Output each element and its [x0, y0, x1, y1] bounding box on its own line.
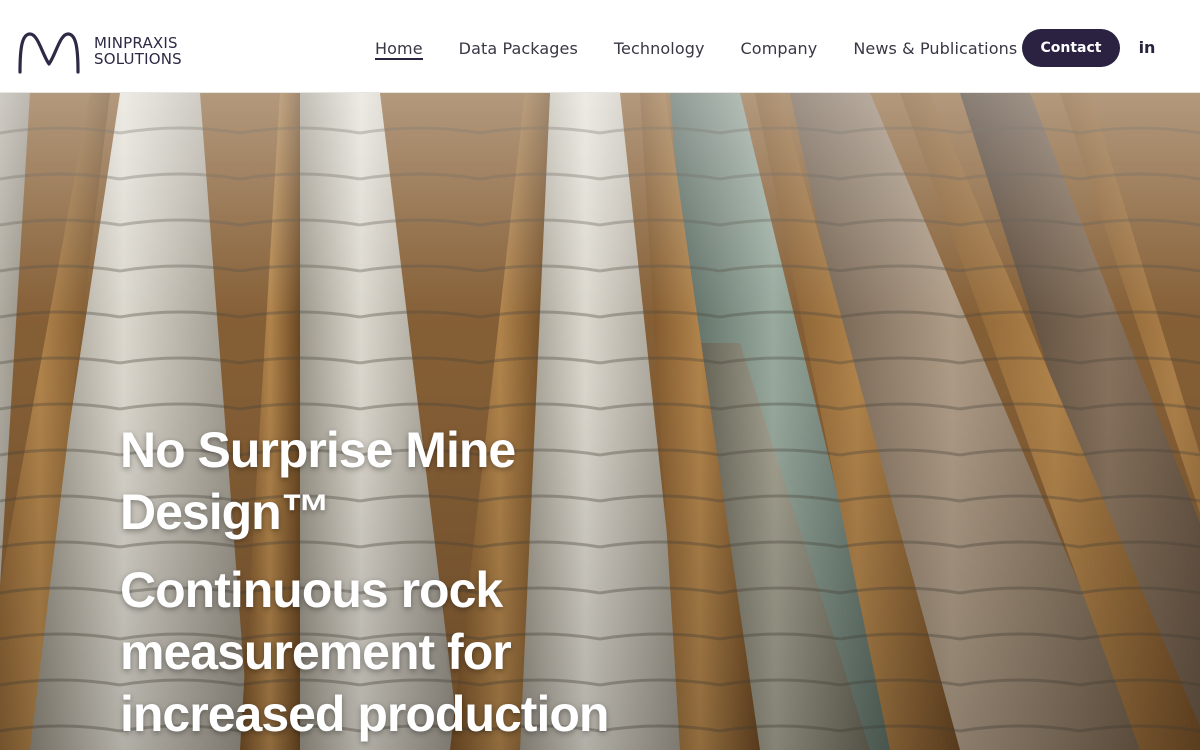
minpraxis-logo-icon: [18, 32, 80, 74]
site-header: MINPRAXIS SOLUTIONS Home Data Packages T…: [0, 0, 1200, 93]
nav-company[interactable]: Company: [723, 29, 836, 67]
brand-name-line1: MINPRAXIS: [94, 34, 178, 52]
nav-news-publications[interactable]: News & Publications: [835, 29, 1035, 67]
brand-wordmark: MINPRAXIS SOLUTIONS: [94, 35, 182, 67]
contact-button[interactable]: Contact: [1022, 29, 1120, 67]
main-nav: Home Data Packages Technology Company Ne…: [357, 29, 1035, 67]
hero-text-block: No Surprise Mine Design™ Continuous rock…: [120, 419, 680, 745]
hero-subheadline: Continuous rock measurement for increase…: [120, 562, 609, 742]
nav-technology[interactable]: Technology: [596, 29, 723, 67]
hero-headline: No Surprise Mine Design™: [120, 422, 516, 540]
linkedin-icon[interactable]: in: [1136, 36, 1158, 58]
brand-logo[interactable]: MINPRAXIS SOLUTIONS: [16, 28, 182, 74]
hero-section: No Surprise Mine Design™ Continuous rock…: [0, 93, 1200, 750]
nav-home[interactable]: Home: [357, 29, 441, 67]
brand-name-line2: SOLUTIONS: [94, 50, 182, 68]
nav-data-packages[interactable]: Data Packages: [441, 29, 596, 67]
